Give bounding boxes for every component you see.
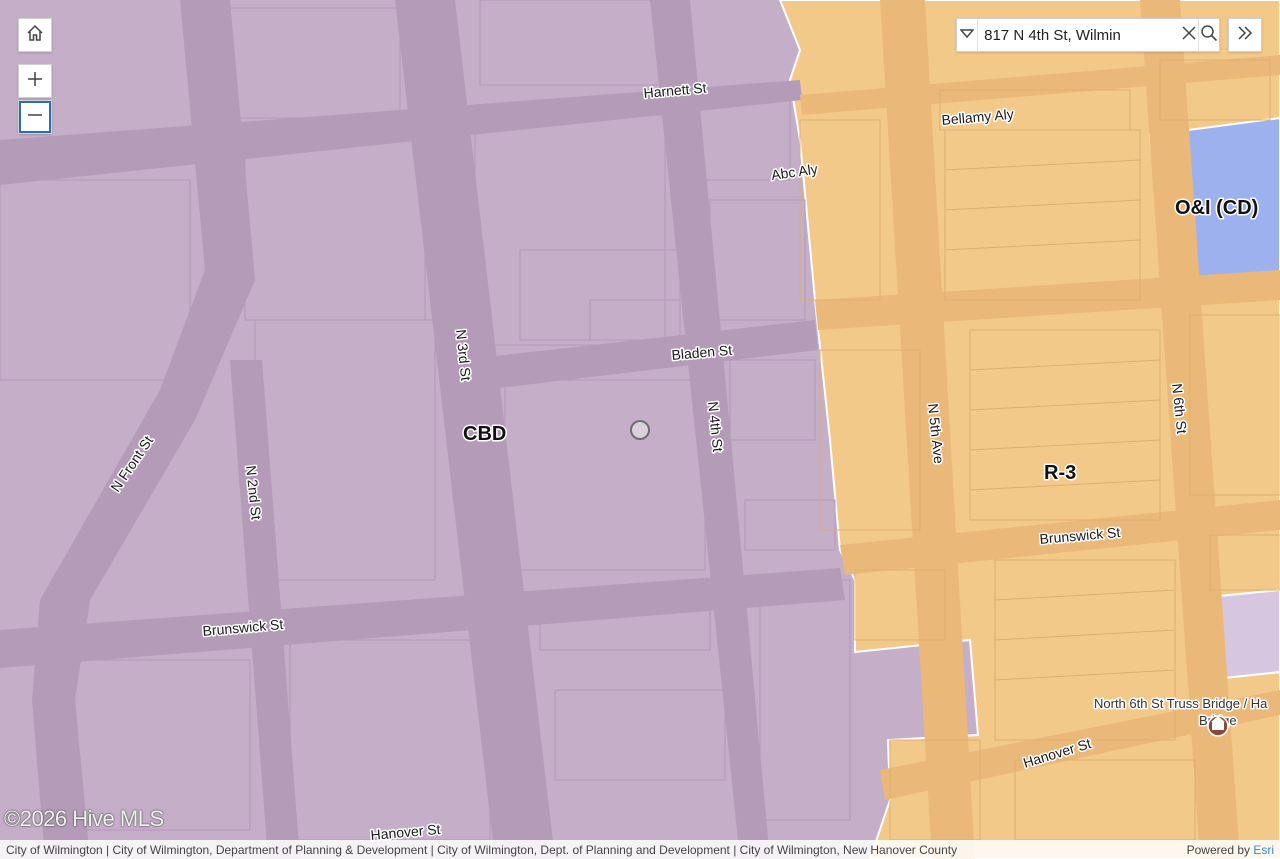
search-button[interactable] [1197,19,1219,51]
plus-icon [26,70,44,93]
poi-label-line1: North 6th St Truss Bridge / Ha [1094,696,1268,711]
search-widget [956,18,1220,52]
home-icon [26,24,44,47]
caret-down-icon [959,26,975,44]
zoning-map[interactable]: Harnett St Bellamy Aly Abc Aly Bladen St… [0,0,1280,859]
landmark-icon[interactable] [1207,715,1229,737]
zone-label-cbd: CBD [463,423,506,445]
watermark: ©2026 Hive MLS [4,806,164,831]
powered-by: Powered by Esri [1187,843,1274,857]
double-chevron-right-icon [1237,25,1253,46]
minus-icon [26,106,44,129]
attribution-bar: City of Wilmington | City of Wilmington,… [0,840,1280,859]
search-input[interactable] [978,26,1181,44]
home-button[interactable] [18,18,52,52]
zone-label-oi: O&I (CD) [1175,197,1258,219]
clear-search-button[interactable] [1180,19,1198,51]
search-source-dropdown[interactable] [957,19,979,51]
search-icon [1200,24,1218,47]
esri-link[interactable]: Esri [1253,843,1274,857]
attribution-sources: City of Wilmington | City of Wilmington,… [6,842,958,857]
close-icon [1182,25,1196,45]
zoom-in-button[interactable] [18,64,52,98]
powered-by-label: Powered by [1186,842,1254,857]
zoom-out-button[interactable] [18,100,52,134]
location-marker[interactable] [630,420,650,440]
expand-button[interactable] [1228,18,1262,52]
zone-label-r3: R-3 [1044,462,1076,484]
